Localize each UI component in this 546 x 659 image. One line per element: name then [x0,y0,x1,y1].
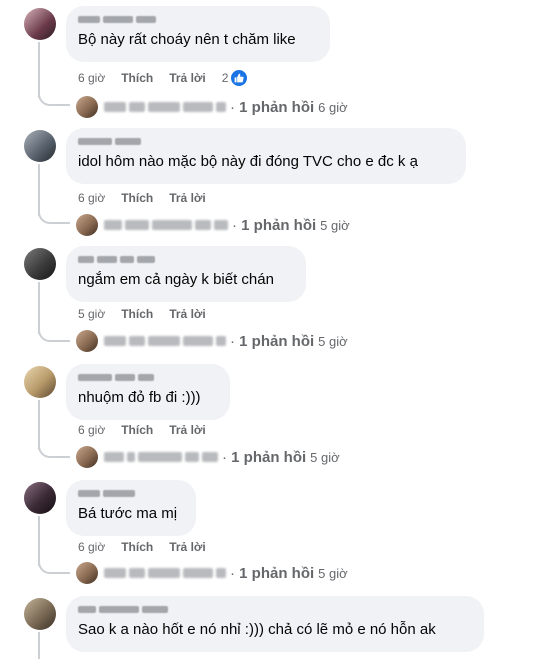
reply-time: 5 giờ [318,333,348,349]
reply-time: 5 giờ [310,449,340,465]
comment-actions: 6 giờ Thích Trả lời [78,422,222,438]
reply-summary-row[interactable]: · 1 phản hồi 6 giờ [76,96,348,118]
avatar[interactable] [24,482,56,514]
author-name-blurred[interactable] [78,254,294,264]
reply-button[interactable]: Trả lời [169,423,206,437]
comment-bubble: Sao k a nào hốt e nó nhỉ :))) chả có lẽ … [66,596,484,652]
author-name-blurred[interactable] [78,488,184,498]
comment-bubble: idol hôm nào mặc bộ này đi đóng TVC cho … [66,128,466,184]
comment-bubble: ngắm em cả ngày k biết chán [66,246,306,302]
thread-line [38,282,40,334]
author-name-blurred[interactable] [78,372,218,382]
comment-actions: 5 giờ Thích Trả lời [78,306,222,322]
thread-elbow [38,210,70,224]
thread-elbow [38,560,70,574]
comment-text: nhuộm đỏ fb đi :))) [78,389,201,406]
reply-time: 5 giờ [318,565,348,581]
reply-time: 5 giờ [320,217,350,233]
reply-author-blurred [104,102,226,112]
reply-summary-row[interactable]: · 1 phản hồi 5 giờ [76,330,348,352]
comment-text: idol hôm nào mặc bộ này đi đóng TVC cho … [78,153,418,170]
thread-line [38,400,40,450]
comment-time[interactable]: 5 giờ [78,307,105,321]
comment-time[interactable]: 6 giờ [78,540,105,554]
comment-text: ngắm em cả ngày k biết chán [78,271,274,288]
reply-avatar [76,214,98,236]
comment-text: Bộ này rất choáy nên t chăm like [78,31,296,48]
avatar[interactable] [24,598,56,630]
thread-line [38,516,40,566]
comment-actions: 6 giờ Thích Trả lời [78,539,222,555]
reaction-count: 2 [221,71,229,85]
comment-time[interactable]: 6 giờ [78,71,105,85]
reply-summary-row[interactable]: · 1 phản hồi 5 giờ [76,446,340,468]
avatar[interactable] [24,366,56,398]
reply-avatar [76,96,98,118]
reply-count[interactable]: 1 phản hồi [241,217,316,234]
reply-time: 6 giờ [318,99,348,115]
reply-avatar [76,330,98,352]
comment-time[interactable]: 6 giờ [78,191,105,205]
avatar[interactable] [24,130,56,162]
reply-author-blurred [104,220,228,230]
like-button[interactable]: Thích [121,71,153,85]
reaction-summary[interactable]: 2 [222,70,248,86]
thread-line [38,632,40,659]
comment-bubble: Bộ này rất choáy nên t chăm like [66,6,330,62]
thread-line [38,42,40,98]
reply-button[interactable]: Trả lời [169,307,206,321]
like-icon [231,70,248,86]
comment-time[interactable]: 6 giờ [78,423,105,437]
like-button[interactable]: Thích [121,191,153,205]
like-button[interactable]: Thích [121,307,153,321]
reply-count[interactable]: 1 phản hồi [239,99,314,116]
author-name-blurred[interactable] [78,136,454,146]
reply-author-blurred [104,452,218,462]
comment-actions: 6 giờ Thích Trả lời 2 [78,70,248,86]
reply-summary-row[interactable]: · 1 phản hồi 5 giờ [76,214,350,236]
like-button[interactable]: Thích [121,423,153,437]
reply-avatar [76,446,98,468]
author-name-blurred[interactable] [78,604,472,614]
reply-count[interactable]: 1 phản hồi [239,333,314,350]
author-name-blurred[interactable] [78,14,318,24]
like-button[interactable]: Thích [121,540,153,554]
reply-summary-row[interactable]: · 1 phản hồi 5 giờ [76,562,348,584]
comment-bubble: nhuộm đỏ fb đi :))) [66,364,230,420]
reply-author-blurred [104,568,226,578]
avatar[interactable] [24,8,56,40]
thread-elbow [38,444,70,458]
comment-actions: 6 giờ Thích Trả lời [78,190,222,206]
thread-elbow [38,328,70,342]
reply-count[interactable]: 1 phản hồi [239,565,314,582]
comment-bubble: Bá tước ma mị [66,480,196,536]
thread-line [38,164,40,216]
reply-count[interactable]: 1 phản hồi [231,449,306,466]
reply-button[interactable]: Trả lời [169,71,206,85]
reply-author-blurred [104,336,226,346]
reply-button[interactable]: Trả lời [169,540,206,554]
avatar[interactable] [24,248,56,280]
comment-text: Sao k a nào hốt e nó nhỉ :))) chả có lẽ … [78,621,436,638]
thread-elbow [38,92,70,106]
reply-button[interactable]: Trả lời [169,191,206,205]
reply-avatar [76,562,98,584]
comment-text: Bá tước ma mị [78,505,178,522]
